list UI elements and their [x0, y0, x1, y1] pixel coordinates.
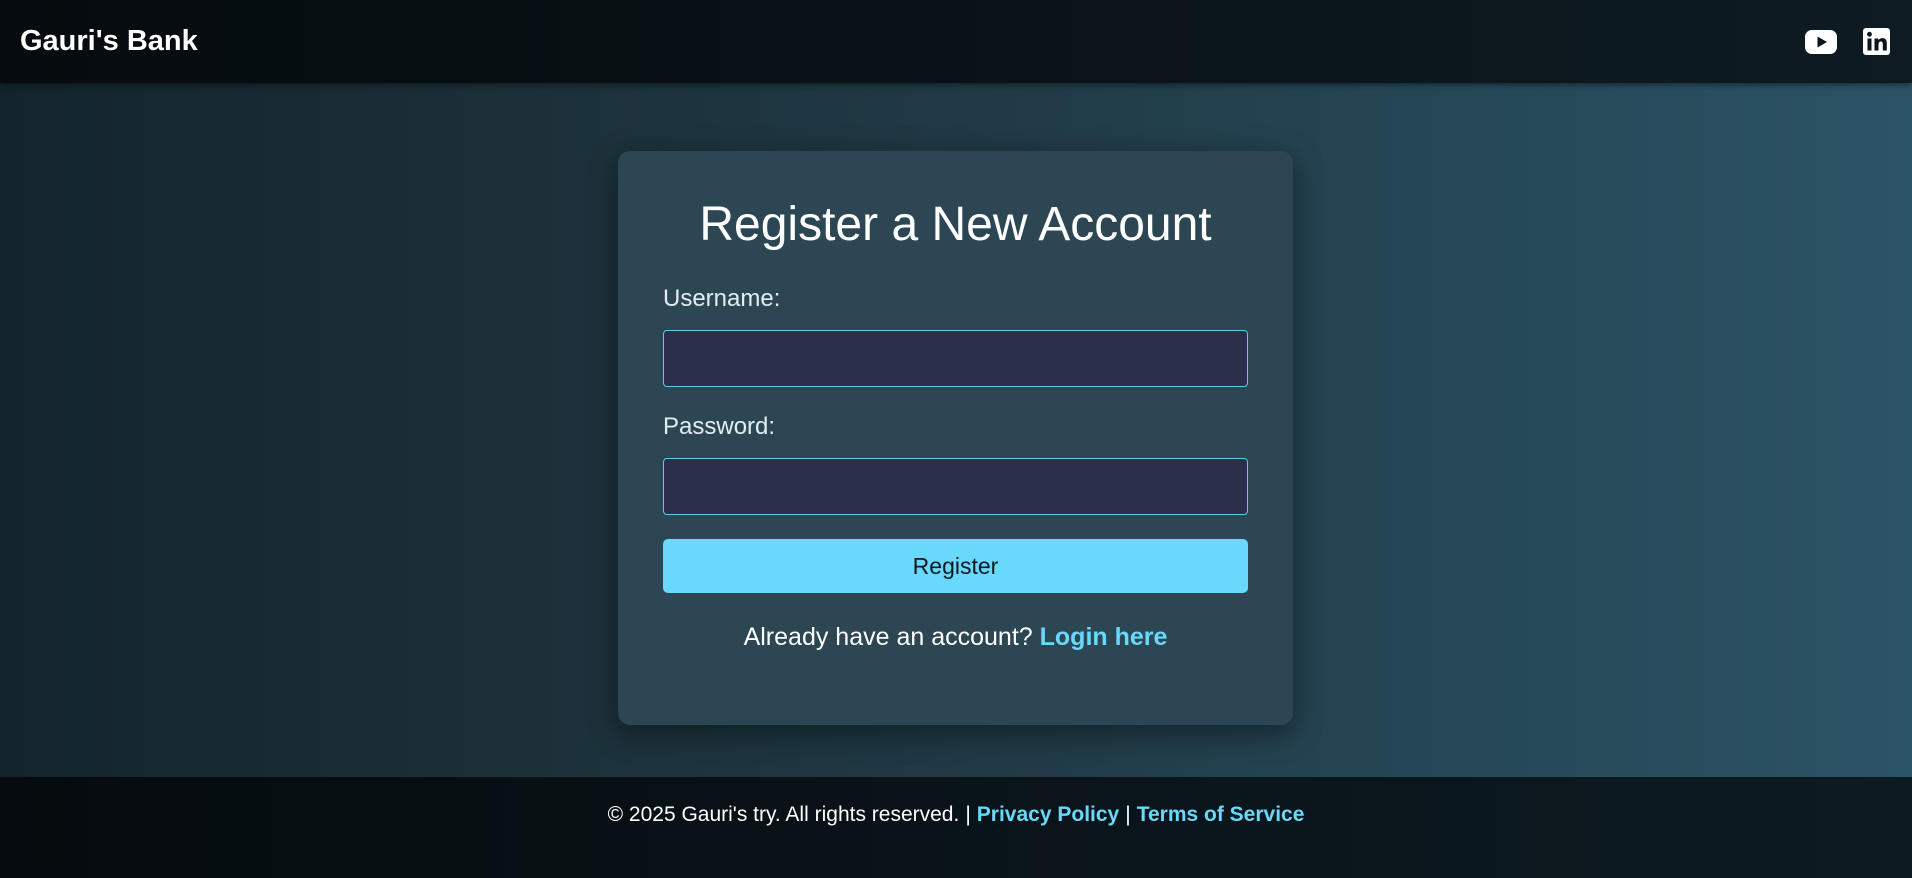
login-prompt-text: Already have an account?	[743, 623, 1033, 651]
youtube-icon	[1805, 29, 1837, 54]
register-button[interactable]: Register	[663, 539, 1248, 593]
login-prompt-line: Already have an account? Login here	[663, 623, 1248, 652]
username-input[interactable]	[663, 330, 1248, 387]
copyright-text: © 2025 Gauri's try. All rights reserved.	[607, 803, 960, 826]
linkedin-link[interactable]	[1863, 28, 1890, 55]
password-label: Password:	[663, 413, 776, 440]
top-navbar: Gauri's Bank	[0, 0, 1912, 83]
privacy-policy-link[interactable]: Privacy Policy	[977, 803, 1119, 827]
password-input[interactable]	[663, 458, 1248, 515]
terms-of-service-link[interactable]: Terms of Service	[1137, 803, 1305, 827]
footer-separator-2: |	[1125, 803, 1131, 826]
page-title: Register a New Account	[699, 198, 1212, 251]
username-label: Username:	[663, 285, 781, 312]
login-link[interactable]: Login here	[1040, 623, 1168, 651]
brand-title[interactable]: Gauri's Bank	[20, 25, 198, 58]
footer-separator: |	[965, 803, 971, 826]
youtube-link[interactable]	[1805, 29, 1837, 54]
register-card: Register a New Account Username: Passwor…	[618, 151, 1293, 725]
page-footer: © 2025 Gauri's try. All rights reserved.…	[0, 777, 1912, 878]
social-links	[1805, 28, 1892, 55]
linkedin-icon	[1863, 28, 1890, 55]
